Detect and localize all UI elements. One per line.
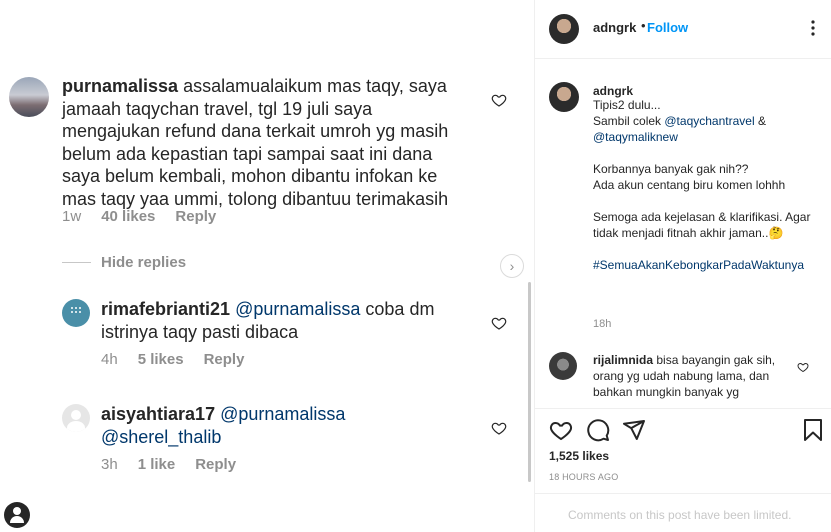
avatar[interactable] [62, 299, 90, 327]
divider [535, 493, 831, 494]
reply-button[interactable]: Reply [195, 456, 236, 473]
caption-text: Tipis2 dulu... [593, 98, 661, 112]
hashtag-link[interactable]: #SemuaAkanKebongkarPadaWaktunya [593, 258, 804, 272]
comment-likes[interactable]: 40 likes [101, 208, 155, 225]
action-bar [549, 418, 829, 444]
caption-author[interactable]: adngrk [593, 84, 633, 98]
reply-meta: 3h 1 like Reply [101, 456, 256, 473]
reply-age: 3h [101, 456, 118, 473]
mention-link[interactable]: @purnamalissa [235, 299, 360, 319]
reply-button[interactable]: Reply [204, 351, 245, 368]
separator-dot: • [641, 18, 646, 33]
bookmark-icon[interactable] [801, 418, 825, 442]
heart-icon[interactable] [491, 315, 507, 331]
avatar[interactable] [9, 77, 49, 117]
comment-age: 1w [62, 208, 82, 225]
reply-username[interactable]: rimafebrianti21 [101, 299, 230, 319]
caption-time: 18h [593, 318, 612, 330]
mention-link[interactable]: @purnamalissa [220, 404, 345, 424]
heart-icon[interactable] [491, 420, 507, 436]
caption-text: & [754, 114, 770, 128]
scrollbar[interactable] [528, 282, 531, 482]
more-options-icon[interactable] [805, 18, 821, 38]
mention-link[interactable]: @sherel_thalib [101, 427, 221, 447]
reply-username[interactable]: aisyahtiara17 [101, 404, 215, 424]
reply-text: aisyahtiara17 @purnamalissa @sherel_thali… [101, 403, 461, 448]
heart-icon[interactable] [491, 92, 507, 108]
heart-icon[interactable] [549, 418, 573, 442]
avatar[interactable] [549, 82, 579, 112]
post-panel: adngrk • Follow adngrk Tipis2 dulu... Sa… [535, 0, 831, 532]
reply-likes[interactable]: 1 like [138, 456, 176, 473]
comment-username[interactable]: rijalimnida [593, 353, 653, 367]
post-caption: Tipis2 dulu... Sambil colek @taqychantra… [593, 97, 818, 273]
post-author[interactable]: adngrk [593, 20, 636, 35]
reply-meta: 4h 5 likes Reply [101, 351, 264, 368]
caption-text: Korbannya banyak gak nih?? Ada akun cent… [593, 162, 786, 192]
divider [62, 262, 91, 263]
avatar[interactable] [549, 352, 577, 380]
hide-replies-button[interactable]: Hide replies [101, 254, 186, 271]
post-timestamp: 18 HOURS AGO [549, 472, 619, 482]
reply-age: 4h [101, 351, 118, 368]
post-header: adngrk • Follow [535, 0, 831, 59]
likes-count[interactable]: 1,525 likes [549, 449, 609, 463]
comments-limited-notice: Comments on this post have been limited. [568, 508, 792, 522]
caption-text: Sambil colek [593, 114, 665, 128]
reply-text: rimafebrianti21 @purnamalissa coba dm is… [101, 298, 461, 343]
avatar[interactable] [62, 404, 90, 432]
chevron-right-icon[interactable]: › [500, 254, 524, 278]
follow-button[interactable]: Follow [647, 20, 688, 35]
comment-text: rijalimnida bisa bayangin gak sih, orang… [593, 352, 793, 400]
reply-likes[interactable]: 5 likes [138, 351, 184, 368]
reply-button[interactable]: Reply [175, 208, 216, 225]
heart-icon[interactable] [797, 361, 809, 373]
mention-link[interactable]: @taqychantravel [664, 114, 754, 128]
comment-icon[interactable] [586, 418, 610, 442]
account-icon[interactable] [4, 502, 30, 528]
avatar[interactable] [549, 14, 579, 44]
comments-panel: purnamalissa assalamualaikum mas taqy, s… [0, 0, 531, 532]
share-icon[interactable] [622, 418, 646, 442]
comment-meta: 1w 40 likes Reply [62, 208, 236, 225]
thinking-emoji: 🤔 [768, 226, 784, 240]
comment-username[interactable]: purnamalissa [62, 76, 178, 96]
mention-link[interactable]: @taqymaliknew [593, 130, 678, 144]
comment-text: purnamalissa assalamualaikum mas taqy, s… [62, 75, 472, 210]
divider [535, 408, 831, 409]
